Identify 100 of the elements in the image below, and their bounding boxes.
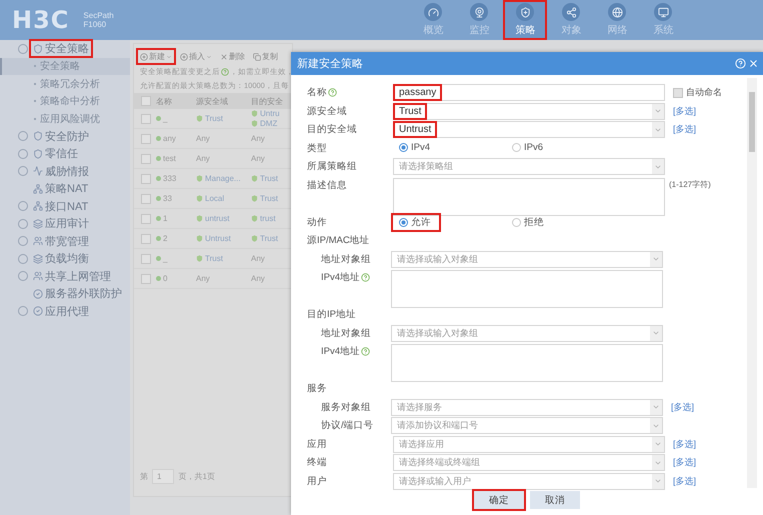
expand-icon[interactable] <box>18 201 28 212</box>
select-field[interactable]: Untrust <box>393 121 665 138</box>
select-field[interactable]: 请选择或输入对象组 <box>391 324 663 342</box>
sidebar-item[interactable]: 零信任 <box>31 146 80 162</box>
network-icon <box>33 201 43 212</box>
table-cell: untrust <box>205 214 230 223</box>
sidebar-item[interactable]: 负载均衡 <box>31 251 91 266</box>
dropdown-caret[interactable] <box>652 474 664 488</box>
row-checkbox[interactable] <box>141 174 151 184</box>
toolbar-button[interactable]: 插入 <box>178 50 214 63</box>
scrollbar-track[interactable] <box>747 78 757 488</box>
sidebar-item[interactable]: 威胁情报 <box>31 164 91 179</box>
multi-select-link[interactable]: [多选] <box>673 472 696 488</box>
select-field[interactable]: 请选择或输入对象组 <box>391 250 663 268</box>
nav-tab[interactable]: 对象 <box>551 2 592 38</box>
expand-icon[interactable] <box>18 306 28 316</box>
webcam-icon <box>470 3 488 21</box>
dropdown-caret[interactable] <box>650 418 662 433</box>
select-field[interactable]: 请选择服务 <box>391 398 663 416</box>
expand-icon[interactable] <box>18 166 28 176</box>
help-icon[interactable] <box>735 58 746 69</box>
radio-button[interactable] <box>399 142 408 152</box>
text-area[interactable] <box>393 178 665 216</box>
row-checkbox[interactable] <box>141 194 151 204</box>
radio-button[interactable] <box>399 218 408 226</box>
expand-icon[interactable] <box>18 131 28 142</box>
multi-select-link[interactable]: [多选] <box>673 102 696 118</box>
multi-select-link[interactable]: [多选] <box>671 398 694 414</box>
row-checkbox[interactable] <box>141 114 151 124</box>
text-area[interactable] <box>391 270 663 308</box>
name-field[interactable]: passany <box>393 84 665 101</box>
toolbar-button[interactable]: 删除 <box>218 50 247 63</box>
check-circle-icon <box>33 306 43 316</box>
scrollbar-thumb[interactable] <box>749 92 755 152</box>
nav-tab[interactable]: 概览 <box>413 2 454 38</box>
dropdown-caret[interactable] <box>650 400 662 414</box>
select-field[interactable]: Trust <box>393 102 665 120</box>
nav-tab[interactable]: 监控 <box>459 2 500 38</box>
dropdown-caret[interactable] <box>652 104 664 118</box>
row-checkbox[interactable] <box>141 154 151 164</box>
select-field[interactable]: 请添加协议和端口号 <box>391 417 663 434</box>
dropdown-caret[interactable] <box>650 252 662 266</box>
row-checkbox[interactable] <box>141 234 151 244</box>
sidebar-item[interactable]: 服务器外联防护 <box>31 286 124 302</box>
dropdown-caret[interactable] <box>652 455 664 470</box>
sidebar-item[interactable]: 带宽管理 <box>31 234 91 249</box>
toolbar-button[interactable]: 新建 <box>138 50 174 63</box>
select-field[interactable]: 请选择策略组 <box>393 158 665 175</box>
nav-tab[interactable]: 策略 <box>505 2 546 38</box>
expand-icon[interactable] <box>18 218 28 229</box>
dropdown-caret[interactable] <box>650 326 662 340</box>
table-cell: Local <box>205 194 224 203</box>
page-field[interactable]: 1 <box>152 469 174 484</box>
radio-button[interactable] <box>512 142 521 152</box>
sidebar-item[interactable]: 策略NAT <box>31 181 90 196</box>
expand-icon[interactable] <box>18 148 28 159</box>
text-area[interactable] <box>391 344 663 382</box>
multi-select-link[interactable]: [多选] <box>673 436 696 450</box>
sidebar-subitem[interactable]: 策略命中分析 <box>0 92 130 110</box>
radio-button[interactable] <box>512 218 521 226</box>
radio-option[interactable]: IPv6 <box>506 140 552 154</box>
sidebar-subitem[interactable]: 安全策略 <box>0 58 130 75</box>
expand-icon[interactable] <box>18 271 28 282</box>
table-cell: Manage... <box>205 174 241 183</box>
cancel-button[interactable]: 取消 <box>530 491 580 509</box>
dropdown-caret[interactable] <box>652 436 664 452</box>
expand-icon[interactable] <box>18 236 28 246</box>
row-checkbox[interactable] <box>141 214 151 224</box>
select-field[interactable]: 请选择终端或终端组 <box>393 454 665 471</box>
sidebar-item[interactable]: 安全策略 <box>31 41 91 56</box>
toolbar-button[interactable]: 复制 <box>251 50 280 63</box>
radio-option[interactable]: IPv4 <box>393 140 438 154</box>
sidebar-item[interactable]: 共享上网管理 <box>31 268 113 284</box>
radio-option[interactable]: 拒绝 <box>506 214 552 230</box>
sidebar-item[interactable]: 应用代理 <box>31 304 91 319</box>
checkbox[interactable] <box>673 88 683 98</box>
expand-icon[interactable] <box>18 44 28 54</box>
row-checkbox[interactable] <box>141 134 151 144</box>
ok-button[interactable]: 确定 <box>474 491 524 509</box>
close-icon[interactable] <box>748 58 759 69</box>
radio-option[interactable]: 允许 <box>393 214 439 230</box>
checkbox-label: 自动命名 <box>686 86 722 99</box>
sidebar-subitem[interactable]: 策略冗余分析 <box>0 75 130 92</box>
help-icon <box>221 68 229 76</box>
sidebar-item[interactable]: 接口NAT <box>31 198 90 214</box>
dropdown-caret[interactable] <box>652 159 664 174</box>
row-checkbox[interactable] <box>141 254 151 264</box>
select-field[interactable]: 请选择应用 <box>393 436 665 452</box>
sidebar-item[interactable]: 应用审计 <box>31 216 91 232</box>
dropdown-caret[interactable] <box>652 122 664 137</box>
nav-tab[interactable]: 系统 <box>643 2 684 38</box>
multi-select-link[interactable]: [多选] <box>673 454 696 469</box>
expand-icon[interactable] <box>18 254 28 264</box>
nav-tab[interactable]: 网络 <box>597 2 638 38</box>
select-field[interactable]: 请选择或输入用户 <box>393 472 665 490</box>
sidebar-item[interactable]: 安全防护 <box>31 128 91 144</box>
sidebar-subitem[interactable]: 应用风险调优 <box>0 110 130 128</box>
select-all-checkbox[interactable] <box>141 96 151 106</box>
row-checkbox[interactable] <box>141 274 151 284</box>
multi-select-link[interactable]: [多选] <box>673 121 696 136</box>
